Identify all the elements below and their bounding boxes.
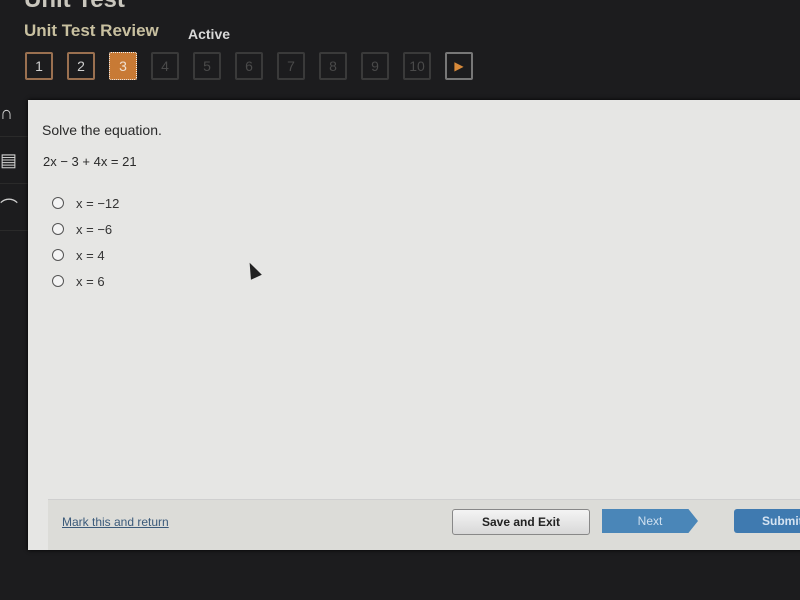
test-subtitle: Unit Test Review (24, 21, 159, 40)
status-label: Active (188, 26, 231, 42)
answer-choices: x = −12 x = −6 x = 4 x = 6 (52, 190, 119, 294)
choice-label: x = −12 (76, 195, 120, 211)
action-footer: Mark this and return Save and Exit Next … (48, 499, 800, 550)
answer-choice[interactable]: x = 6 (52, 268, 119, 294)
submit-button[interactable]: Submit (734, 509, 800, 533)
choice-label: x = −6 (76, 221, 113, 237)
question-navigation: 1 2 3 4 5 6 7 8 9 10 ▶ (25, 52, 473, 80)
question-button-5[interactable]: 5 (193, 52, 221, 80)
question-button-6[interactable]: 6 (235, 52, 263, 80)
question-equation: 2x − 3 + 4x = 21 (43, 154, 137, 169)
calculator-icon[interactable]: ▤ (0, 137, 28, 184)
tool-sidebar: ∩ ▤ ⌒ (0, 90, 28, 231)
question-button-7[interactable]: 7 (277, 52, 305, 80)
answer-choice[interactable]: x = −6 (52, 216, 119, 242)
headphones-icon[interactable]: ∩ (0, 90, 28, 137)
next-page-arrow-icon[interactable]: ▶ (445, 52, 473, 80)
test-title: Unit Test (24, 0, 125, 14)
radio-button[interactable] (52, 275, 64, 287)
next-button[interactable]: Next (602, 509, 698, 533)
question-button-2[interactable]: 2 (67, 52, 95, 80)
answer-choice[interactable]: x = 4 (52, 242, 119, 268)
question-panel: Solve the equation. 2x − 3 + 4x = 21 x =… (28, 100, 800, 550)
pen-icon[interactable]: ⌒ (0, 184, 28, 231)
question-button-8[interactable]: 8 (319, 52, 347, 80)
mark-and-return-link[interactable]: Mark this and return (62, 515, 169, 529)
save-and-exit-button[interactable]: Save and Exit (452, 509, 590, 535)
question-button-1[interactable]: 1 (25, 52, 53, 80)
radio-button[interactable] (52, 197, 64, 209)
answer-choice[interactable]: x = −12 (52, 190, 119, 216)
question-button-4[interactable]: 4 (151, 52, 179, 80)
question-prompt: Solve the equation. (42, 122, 162, 138)
choice-label: x = 6 (76, 273, 105, 289)
question-button-3[interactable]: 3 (109, 52, 137, 80)
radio-button[interactable] (52, 223, 64, 235)
radio-button[interactable] (52, 249, 64, 261)
choice-label: x = 4 (76, 247, 105, 263)
question-button-10[interactable]: 10 (403, 52, 431, 80)
question-button-9[interactable]: 9 (361, 52, 389, 80)
